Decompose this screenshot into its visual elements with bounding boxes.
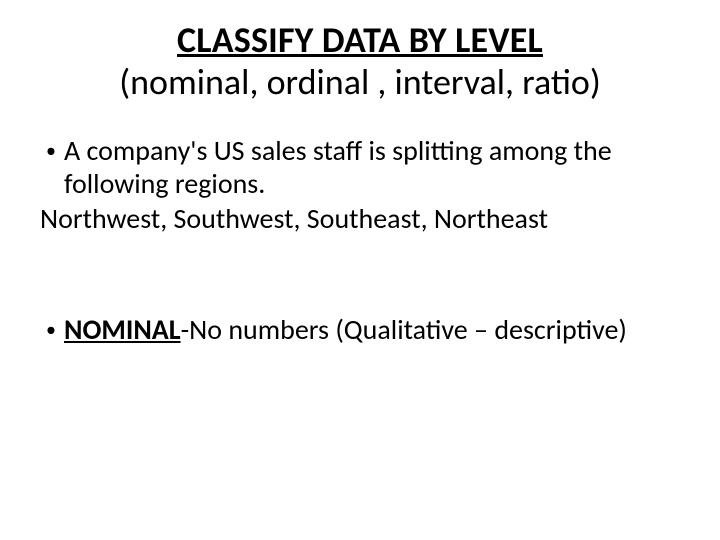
title-block: CLASSIFY DATA BY LEVEL (nominal, ordinal… — [40, 18, 680, 104]
list-item: • A company's US sales staff is splittin… — [46, 134, 680, 200]
slide-title: CLASSIFY DATA BY LEVEL — [40, 18, 680, 62]
answer-rest: -No numbers (Qualitative – descriptive) — [181, 312, 627, 347]
list-item: • NOMINAL-No numbers (Qualitative – desc… — [46, 313, 680, 347]
bullet-text: A company's US sales staff is splitting … — [64, 134, 680, 200]
answer-label: NOMINAL — [64, 312, 181, 347]
slide-subtitle: (nominal, ordinal , interval, ratio) — [40, 60, 680, 104]
body-text: • A company's US sales staff is splittin… — [40, 134, 680, 347]
bullet-icon: • — [46, 134, 64, 168]
bullet-icon: • — [46, 313, 64, 347]
regions-line: Northwest, Southwest, Southeast, Northea… — [40, 202, 680, 235]
bullet-text: NOMINAL-No numbers (Qualitative – descri… — [64, 313, 680, 346]
blank-space — [40, 235, 680, 313]
slide: CLASSIFY DATA BY LEVEL (nominal, ordinal… — [0, 0, 720, 540]
